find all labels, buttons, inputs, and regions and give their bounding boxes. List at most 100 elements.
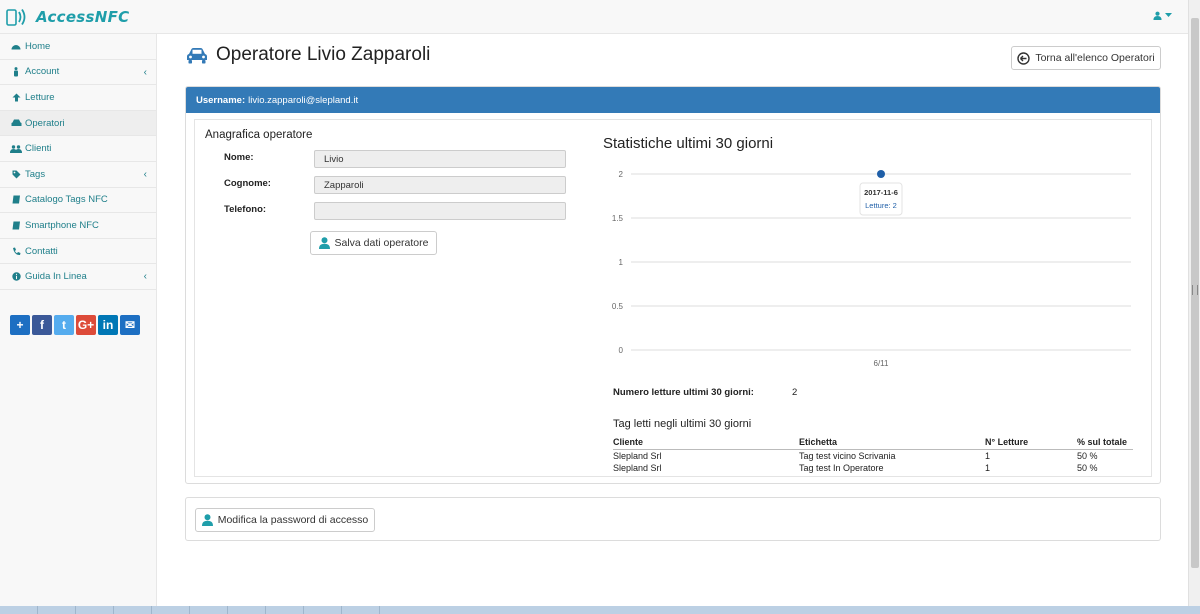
cognome-field[interactable]: Zapparoli bbox=[314, 176, 566, 194]
nome-field[interactable]: Livio bbox=[314, 150, 566, 168]
panel-heading: Username: livio.zapparoli@slepland.it bbox=[186, 87, 1160, 113]
addthis-icon[interactable]: + bbox=[10, 315, 30, 335]
sidebar: Home Account ‹ Letture Operatori Clienti Tags ‹… bbox=[0, 34, 157, 606]
users-icon bbox=[10, 144, 22, 153]
email-icon[interactable]: ✉ bbox=[120, 315, 140, 335]
table-cell: Slepland Srl bbox=[613, 462, 662, 473]
arrow-up-icon bbox=[10, 93, 22, 102]
username-label: Username: bbox=[196, 94, 246, 106]
table-cell: 1 bbox=[985, 462, 991, 473]
sidebar-item-label: Operatori bbox=[25, 117, 65, 129]
sidebar-item-tags[interactable]: Tags ‹ bbox=[0, 162, 156, 188]
book-icon bbox=[10, 221, 22, 230]
back-to-operators-button[interactable]: Torna all'elenco Operatori bbox=[1011, 46, 1161, 70]
share-buttons: + f t G+ in ✉ bbox=[10, 315, 140, 335]
y-tick-label: 2 bbox=[619, 170, 624, 179]
tooltip-date: 2017-11-6 bbox=[864, 188, 898, 197]
tags-title: Tag letti negli ultimi 30 giorni bbox=[613, 418, 752, 430]
table-cell: Tag test vicino Scrivania bbox=[799, 450, 896, 461]
table-row: Slepland Srl Tag test In Operatore 1 50 % bbox=[613, 462, 1133, 475]
book-icon bbox=[10, 195, 22, 204]
table-header-row: Cliente Etichetta N° Letture% sul totale bbox=[613, 436, 1133, 450]
sidebar-item-label: Account bbox=[25, 66, 60, 78]
sidebar-item-label: Contatti bbox=[25, 245, 58, 257]
y-tick-label: 0.5 bbox=[612, 302, 624, 311]
readings-count-row: Numero letture ultimi 30 giorni: 2 bbox=[613, 387, 797, 398]
readings-chart: 2 1.5 1 0.5 0 6/11 2017-11-6 Letture: 2 bbox=[612, 170, 1131, 368]
info-icon bbox=[10, 272, 22, 281]
brand[interactable]: AccessNFC bbox=[6, 6, 129, 28]
vertical-scrollbar[interactable] bbox=[1188, 0, 1200, 606]
operator-panel: Username: livio.zapparoli@slepland.it An… bbox=[185, 86, 1161, 484]
page-title: Operatore Livio Zapparoli bbox=[216, 44, 431, 65]
scrollbar-grip bbox=[1192, 285, 1198, 295]
user-menu[interactable] bbox=[1153, 11, 1172, 20]
caret-down-icon bbox=[1165, 13, 1172, 17]
sidebar-item-operatori[interactable]: Operatori bbox=[0, 110, 156, 137]
save-operator-button[interactable]: Salva dati operatore bbox=[310, 231, 437, 255]
field-label-nome: Nome: bbox=[224, 152, 254, 163]
sidebar-item-catalogo-tags-nfc[interactable]: Catalogo Tags NFC bbox=[0, 188, 156, 214]
data-point bbox=[877, 170, 885, 178]
telefono-field[interactable] bbox=[314, 202, 566, 220]
y-tick-label: 1.5 bbox=[612, 214, 624, 223]
table-cell: 50 % bbox=[1077, 450, 1098, 461]
column-header[interactable]: N° Letture bbox=[985, 436, 1077, 450]
circle-arrow-left-icon bbox=[1017, 51, 1031, 65]
twitter-icon[interactable]: t bbox=[54, 315, 74, 335]
change-password-label: Modifica la password di accesso bbox=[217, 514, 369, 526]
sidebar-item-account[interactable]: Account ‹ bbox=[0, 60, 156, 86]
user-icon bbox=[1153, 11, 1162, 20]
car-icon bbox=[187, 47, 207, 63]
x-tick-label: 6/11 bbox=[874, 359, 890, 368]
sidebar-item-label: Home bbox=[25, 40, 51, 52]
column-header[interactable]: Cliente bbox=[613, 436, 799, 450]
column-header[interactable]: Etichetta bbox=[799, 436, 985, 450]
back-button-label: Torna all'elenco Operatori bbox=[1035, 52, 1155, 64]
google-plus-icon[interactable]: G+ bbox=[76, 315, 96, 335]
tooltip-value: Letture: 2 bbox=[865, 201, 897, 210]
dashboard-icon bbox=[10, 42, 22, 50]
chevron-left-icon[interactable]: ‹ bbox=[144, 271, 147, 282]
table-cell: 1 bbox=[985, 450, 991, 461]
nfc-logo-icon bbox=[6, 9, 26, 26]
sidebar-item-contatti[interactable]: Contatti bbox=[0, 239, 156, 265]
form-title: Anagrafica operatore bbox=[205, 129, 313, 141]
chevron-left-icon[interactable]: ‹ bbox=[144, 67, 147, 78]
app-title: AccessNFC bbox=[36, 8, 130, 26]
table-row: Slepland Srl Tag test vicino Scrivania 1 50… bbox=[613, 449, 1133, 462]
column-header[interactable]: % sul totale bbox=[1077, 436, 1133, 450]
sidebar-item-label: Letture bbox=[25, 91, 55, 103]
sidebar-item-letture[interactable]: Letture bbox=[0, 85, 156, 111]
table-cell: Tag test In Operatore bbox=[799, 462, 884, 473]
panel-body: Anagrafica operatore Nome: Livio Cognome… bbox=[194, 119, 1152, 477]
username-value: livio.zapparoli@slepland.it bbox=[248, 94, 359, 106]
sidebar-nav: Home Account ‹ Letture Operatori Clienti Tags ‹… bbox=[0, 34, 156, 290]
os-taskbar bbox=[0, 606, 1200, 614]
chevron-left-icon[interactable]: ‹ bbox=[144, 169, 147, 180]
car-icon bbox=[10, 119, 22, 127]
sidebar-item-label: Smartphone NFC bbox=[25, 219, 99, 231]
male-icon bbox=[10, 66, 22, 77]
table-cell: Slepland Srl bbox=[613, 450, 662, 461]
sidebar-item-label: Guida In Linea bbox=[25, 271, 87, 283]
top-navbar: AccessNFC bbox=[0, 0, 1188, 34]
field-label-cognome: Cognome: bbox=[224, 178, 271, 189]
table-cell: 50 % bbox=[1077, 462, 1098, 473]
user-icon bbox=[318, 237, 330, 249]
sidebar-item-clienti[interactable]: Clienti bbox=[0, 136, 156, 162]
y-tick-label: 1 bbox=[619, 258, 624, 267]
sidebar-item-label: Catalogo Tags NFC bbox=[25, 194, 108, 206]
readings-count-label: Numero letture ultimi 30 giorni: bbox=[613, 387, 754, 398]
change-password-button[interactable]: Modifica la password di accesso bbox=[195, 508, 375, 532]
phone-icon bbox=[10, 247, 22, 256]
sidebar-item-home[interactable]: Home bbox=[0, 34, 156, 60]
field-label-telefono: Telefono: bbox=[224, 204, 267, 215]
user-icon bbox=[201, 514, 213, 526]
sidebar-item-guida-in-linea[interactable]: Guida In Linea ‹ bbox=[0, 264, 156, 290]
facebook-icon[interactable]: f bbox=[32, 315, 52, 335]
password-panel: Modifica la password di accesso bbox=[185, 497, 1161, 541]
linkedin-icon[interactable]: in bbox=[98, 315, 118, 335]
readings-count-value: 2 bbox=[792, 387, 798, 398]
sidebar-item-smartphone-nfc[interactable]: Smartphone NFC bbox=[0, 213, 156, 239]
